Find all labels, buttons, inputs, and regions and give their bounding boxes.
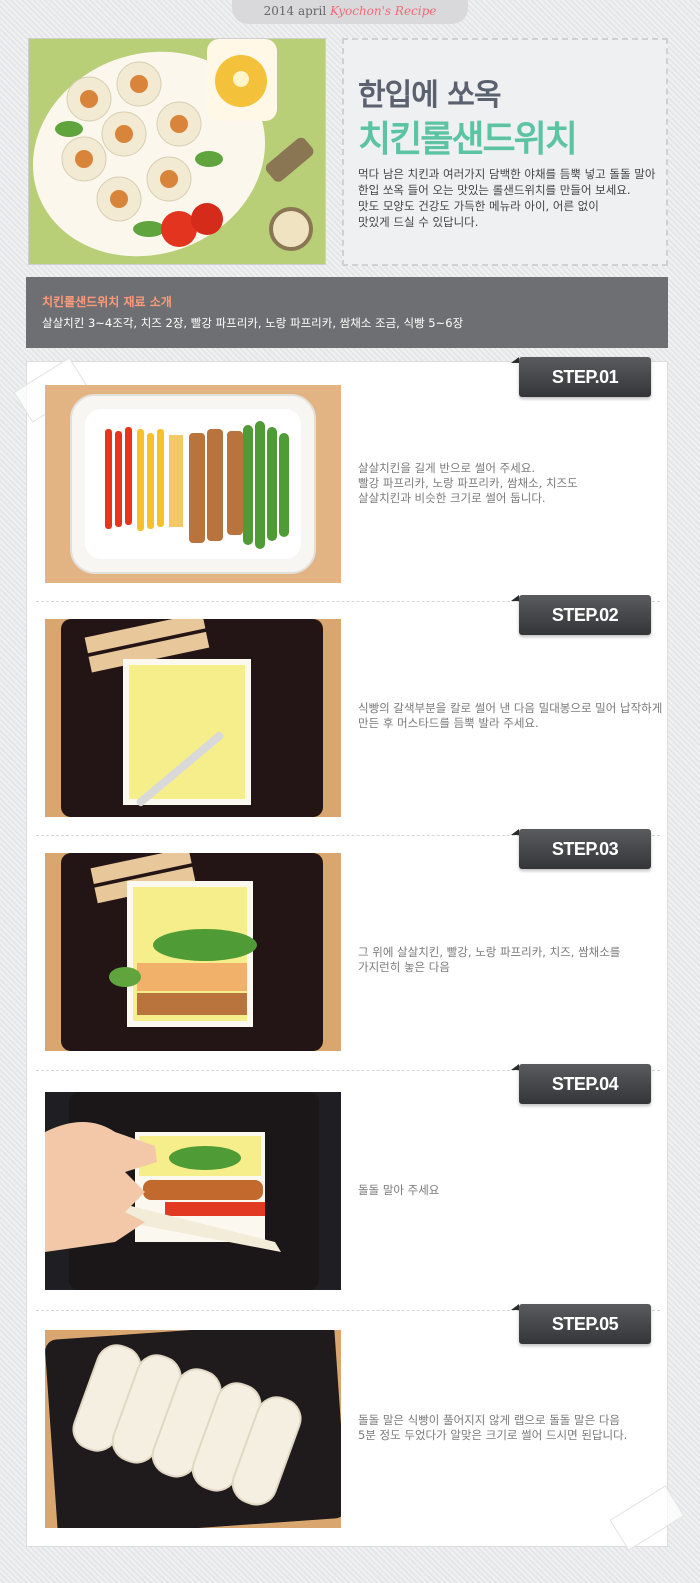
step-photo-5 — [45, 1330, 341, 1528]
step-text-line: 돌돌 말아 주세요 — [358, 1183, 440, 1197]
step-text-5: 돌돌 말은 식빵이 풀어지지 않게 랩으로 돌돌 말은 다음 5분 정도 두었다… — [358, 1413, 668, 1443]
step-text-line: 그 위에 살살치킨, 빨강, 노랑 파프리카, 치즈, 쌈채소를 — [358, 945, 621, 959]
step-text-line: 만든 후 머스타드를 듬뿍 발라 주세요. — [358, 716, 539, 730]
step-label-2: STEP.02 — [511, 595, 651, 635]
step-text-4: 돌돌 말아 주세요 — [358, 1183, 668, 1198]
hero-title-line1: 한입에 쏘옥 — [358, 78, 501, 113]
hero-desc-line: 먹다 남은 치킨과 여러가지 담백한 야채를 듬뿍 넣고 돌돌 말아 — [358, 167, 656, 181]
step-photo-2 — [45, 619, 341, 817]
step-text-line: 살살치킨과 비슷한 크기로 썰어 둡니다. — [358, 491, 546, 505]
step-photo-4 — [45, 1092, 341, 1290]
header-tab-brand: Kyochon's Recipe — [330, 4, 437, 18]
step-label-3: STEP.03 — [511, 829, 651, 869]
header-tab: 2014 april Kyochon's Recipe — [232, 0, 468, 24]
hero-photo — [28, 38, 326, 265]
step-text-line: 식빵의 갈색부분을 칼로 썰어 낸 다음 밀대봉으로 밀어 납작하게 — [358, 701, 663, 715]
ingredients-panel: 치킨롤샌드위치 재료 소개 살살치킨 3~4조각, 치즈 2장, 빨강 파프리카… — [26, 277, 668, 348]
step-text-line: 빨강 파프리카, 노랑 파프리카, 쌈채소, 치즈도 — [358, 476, 578, 490]
ingredients-list: 살살치킨 3~4조각, 치즈 2장, 빨강 파프리카, 노랑 파프리카, 쌈채소… — [42, 316, 464, 330]
step-text-line: 가지런히 놓은 다음 — [358, 960, 450, 974]
header-tab-date: 2014 april — [263, 4, 331, 18]
step-label-1: STEP.01 — [511, 357, 651, 397]
hero-desc-line: 한입 쏘옥 들어 오는 맛있는 롤샌드위치를 만들어 보세요. — [358, 183, 631, 197]
step-text-line: 살살치킨을 길게 반으로 썰어 주세요. — [358, 461, 535, 475]
ingredients-title: 치킨롤샌드위치 재료 소개 — [42, 295, 172, 309]
step-photo-3 — [45, 853, 341, 1051]
hero-desc-line: 맛있게 드실 수 있답니다. — [358, 215, 479, 229]
step-text-3: 그 위에 살살치킨, 빨강, 노랑 파프리카, 치즈, 쌈채소를 가지런히 놓은… — [358, 945, 668, 975]
hero-title-line2: 치킨롤샌드위치 — [358, 119, 578, 160]
step-text-1: 살살치킨을 길게 반으로 썰어 주세요. 빨강 파프리카, 노랑 파프리카, 쌈… — [358, 461, 668, 506]
step-text-line: 5분 정도 두었다가 알맞은 크기로 썰어 드시면 된답니다. — [358, 1428, 628, 1442]
step-text-line: 돌돌 말은 식빵이 풀어지지 않게 랩으로 돌돌 말은 다음 — [358, 1413, 621, 1427]
step-label-4: STEP.04 — [511, 1064, 651, 1104]
step-label-5: STEP.05 — [511, 1304, 651, 1344]
hero-desc-line: 맛도 모양도 건강도 가득한 메뉴라 아이, 어른 없이 — [358, 199, 599, 213]
step-text-2: 식빵의 갈색부분을 칼로 썰어 낸 다음 밀대봉으로 밀어 납작하게 만든 후 … — [358, 701, 668, 731]
hero-description: 먹다 남은 치킨과 여러가지 담백한 야채를 듬뿍 넣고 돌돌 말아 한입 쏘옥… — [358, 166, 658, 230]
step-photo-1 — [45, 385, 341, 583]
